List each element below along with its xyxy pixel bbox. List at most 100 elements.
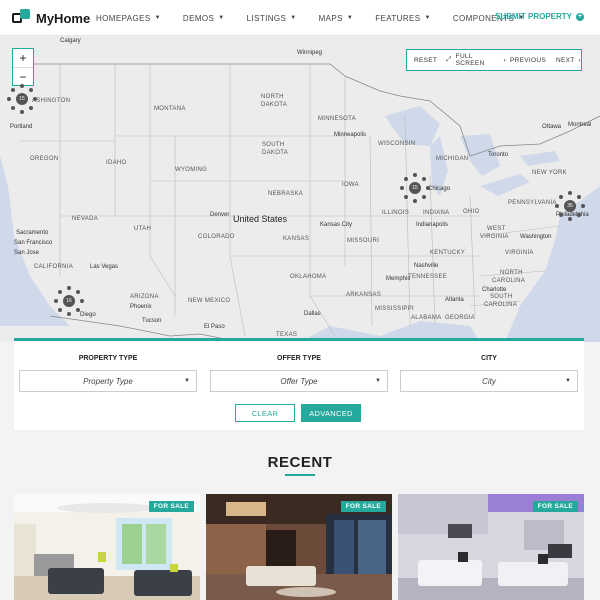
map-state-label: SOUTH xyxy=(262,142,285,148)
map-state-label: NORTH xyxy=(500,270,523,276)
for-sale-badge: FOR SALE xyxy=(532,501,578,512)
property-card[interactable]: FOR SALE xyxy=(14,494,200,600)
map-state-label: UTAH xyxy=(134,226,152,232)
city-select[interactable]: City ▼ xyxy=(400,370,578,392)
nav-listings[interactable]: LISTINGS ▼ xyxy=(247,14,297,23)
caret-down-icon: ▼ xyxy=(154,15,161,21)
map-city-label: Charlotte xyxy=(482,287,507,293)
nav-maps[interactable]: MAPS ▼ xyxy=(319,14,354,23)
map-state-label: ASHINGTON xyxy=(32,98,71,104)
map-city-label: Atlanta xyxy=(445,297,464,303)
zoom-out-button[interactable]: − xyxy=(13,67,33,85)
map-city-label: Sacramento xyxy=(16,230,49,236)
clear-button[interactable]: CLEAR xyxy=(235,404,295,422)
fullscreen-button[interactable]: FULL SCREEN xyxy=(456,53,494,67)
map-country-label: United States xyxy=(233,214,288,224)
map-state-label: WEST xyxy=(487,226,506,232)
map-state-label: ARIZONA xyxy=(130,294,159,300)
map-state-label: COLORADO xyxy=(198,234,235,240)
map-state-label: ALABAMA xyxy=(411,315,442,321)
property-type-select[interactable]: Property Type ▼ xyxy=(19,370,197,392)
cluster-count: 16 xyxy=(63,295,75,307)
map-state-label: MISSISSIPPI xyxy=(375,306,414,312)
heading-underline xyxy=(285,474,315,476)
map-city-label: Indianapolis xyxy=(416,222,449,228)
map-state-label: CAROLINA xyxy=(484,302,518,308)
map-state-label: NORTH xyxy=(261,94,284,100)
city-label: CITY xyxy=(481,355,497,362)
map-state-label: NEBRASKA xyxy=(268,191,304,197)
previous-button[interactable]: PREVIOUS xyxy=(510,57,546,64)
map-state-label: GEORGIA xyxy=(445,315,476,321)
caret-down-icon: ▼ xyxy=(218,15,225,21)
map-city-label: El Paso xyxy=(204,324,225,330)
main-menu: HOMEPAGES ▼ DEMOS ▼ LISTINGS ▼ MAPS ▼ FEATUR… xyxy=(96,0,547,36)
next-button[interactable]: NEXT xyxy=(556,57,575,64)
nav-label: HOMEPAGES xyxy=(96,13,151,23)
city-value: City xyxy=(482,376,496,386)
nav-demos[interactable]: DEMOS ▼ xyxy=(183,14,225,23)
logo-text: MyHome xyxy=(36,10,91,26)
map-state-label: VIRGINIA xyxy=(505,250,534,256)
map-cluster-marker[interactable]: 15 xyxy=(7,84,37,114)
caret-down-icon: ▼ xyxy=(565,378,571,384)
map-city-label: San Jose xyxy=(14,250,40,256)
map-city-label: Ottawa xyxy=(542,124,562,130)
map-cluster-marker[interactable]: 15 xyxy=(400,173,430,203)
map-city-label: Toronto xyxy=(488,152,509,158)
property-card[interactable]: FOR SALE xyxy=(398,494,584,600)
map-state-label: MONTANA xyxy=(154,106,186,112)
map-state-label: VIRGINIA xyxy=(480,234,509,240)
map-state-label: TENNESSEE xyxy=(408,274,448,280)
map-state-label: ILLINOIS xyxy=(382,210,410,216)
advanced-button[interactable]: ADVANCED xyxy=(301,404,361,422)
map-cluster-marker[interactable]: 16 xyxy=(54,286,84,316)
map-state-label: KANSAS xyxy=(283,236,310,242)
map-city-label: Montreal xyxy=(568,122,592,128)
map-state-label: NEVADA xyxy=(72,216,99,222)
cluster-count: 15 xyxy=(409,182,421,194)
caret-down-icon: ▼ xyxy=(184,378,190,384)
map-state-label: OREGON xyxy=(30,156,59,162)
property-card[interactable]: FOR SALE xyxy=(206,494,392,600)
map-city-label: Kansas City xyxy=(320,222,353,228)
caret-down-icon: ▼ xyxy=(290,15,297,21)
nav-features[interactable]: FEATURES ▼ xyxy=(375,14,431,23)
chevron-right-icon[interactable]: › xyxy=(579,57,581,64)
submit-property-link[interactable]: SUBMIT PROPERTY + xyxy=(495,12,584,21)
map-city-label: Chicago xyxy=(428,186,451,192)
fullscreen-icon[interactable]: ⤢ xyxy=(446,56,452,64)
map-city-label: Portland xyxy=(10,124,33,130)
map-cluster-marker[interactable]: 35 xyxy=(555,191,585,221)
nav-label: MAPS xyxy=(318,13,343,23)
canada-border xyxy=(30,63,600,157)
property-type-label: PROPERTY TYPE xyxy=(78,355,138,362)
nav-label: DEMOS xyxy=(182,13,215,23)
caret-down-icon: ▼ xyxy=(424,15,431,21)
map-city-label: Tucson xyxy=(142,318,162,324)
house-logo-icon xyxy=(12,9,34,27)
map-state-label: MINNESOTA xyxy=(318,116,356,122)
map-state-label: WISCONSIN xyxy=(378,141,416,147)
property-map[interactable]: ASHINGTON MONTANA NORTH DAKOTA MINNESOTA… xyxy=(0,36,600,342)
chevron-left-icon[interactable]: ‹ xyxy=(504,57,506,64)
caret-down-icon: ▼ xyxy=(375,378,381,384)
caret-down-icon: ▼ xyxy=(346,15,354,21)
cluster-count: 35 xyxy=(564,200,576,212)
atlantic-ocean xyxy=(505,186,600,342)
nav-homepages[interactable]: HOMEPAGES ▼ xyxy=(96,14,161,23)
for-sale-badge: FOR SALE xyxy=(148,501,194,512)
offer-type-value: Offer Type xyxy=(280,376,318,386)
zoom-in-button[interactable]: + xyxy=(13,49,33,67)
map-state-label: CALIFORNIA xyxy=(34,264,74,270)
map-state-label: DAKOTA xyxy=(261,102,288,108)
map-state-label: PENNSYLVANIA xyxy=(508,200,557,206)
map-city-label: Denver xyxy=(210,212,230,218)
map-state-label: NEW MEXICO xyxy=(188,298,231,304)
offer-type-select[interactable]: Offer Type ▼ xyxy=(210,370,388,392)
map-state-label: ARKANSAS xyxy=(346,292,382,298)
logo[interactable]: MyHome xyxy=(12,9,90,27)
reset-button[interactable]: RESET xyxy=(414,57,437,64)
map-city-label: Calgary xyxy=(60,38,81,44)
state-borders xyxy=(20,64,561,337)
